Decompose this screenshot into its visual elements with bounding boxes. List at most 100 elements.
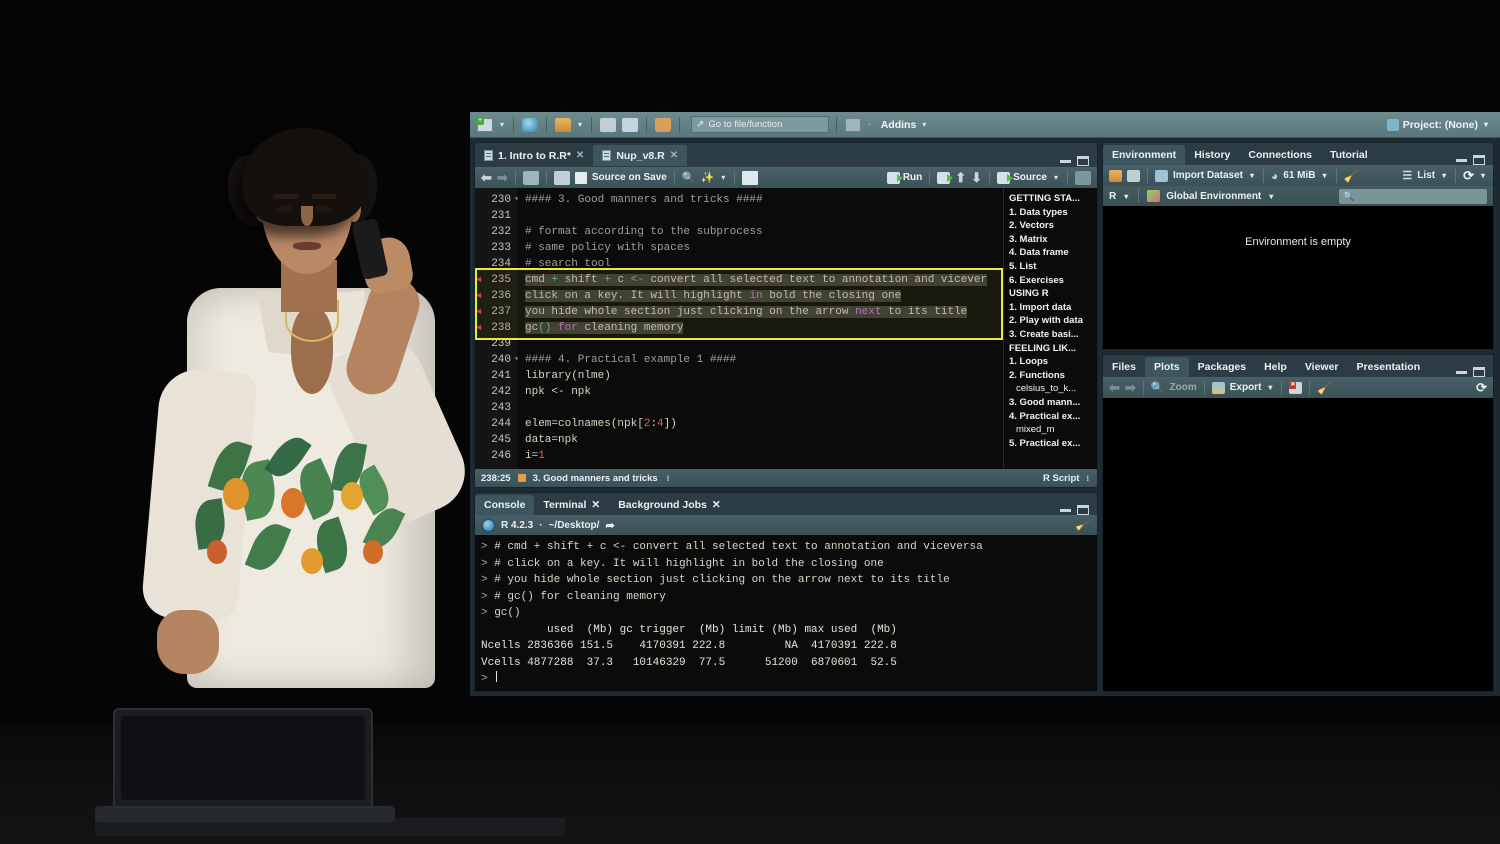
- outline-item[interactable]: 2. Functions: [1009, 369, 1095, 383]
- tab-viewer[interactable]: Viewer: [1296, 357, 1348, 377]
- breakpoint-marker[interactable]: ◄: [476, 304, 481, 320]
- export-caret[interactable]: ▾: [1266, 383, 1274, 392]
- code-line[interactable]: you hide whole section just clicking on …: [517, 304, 1003, 320]
- code-line[interactable]: data=npk: [517, 432, 1003, 448]
- outline-item[interactable]: 1. Data types: [1009, 206, 1095, 220]
- outline-item[interactable]: 4. Practical ex...: [1009, 410, 1095, 424]
- source-on-save-checkbox[interactable]: [574, 171, 587, 184]
- save-icon[interactable]: [1127, 169, 1140, 182]
- source-tab-nup[interactable]: Nup_v8.R ✕: [593, 145, 688, 166]
- minimize-icon[interactable]: [1060, 159, 1071, 163]
- import-dataset-icon[interactable]: [1155, 169, 1168, 182]
- outline-item[interactable]: 3. Good mann...: [1009, 396, 1095, 410]
- file-type-label[interactable]: R Script: [1043, 473, 1079, 484]
- export-image-icon[interactable]: [1211, 381, 1225, 394]
- print-icon[interactable]: [654, 116, 672, 134]
- code-line[interactable]: # same policy with spaces: [517, 240, 1003, 256]
- refresh-caret[interactable]: ▾: [1479, 171, 1487, 180]
- back-arrow-icon[interactable]: ⬅: [1109, 380, 1120, 396]
- code-line[interactable]: gc() for cleaning memory: [517, 320, 1003, 336]
- outline-item[interactable]: 2. Vectors: [1009, 219, 1095, 233]
- document-outline-panel[interactable]: GETTING STA... 1. Data types 2. Vectors 3. …: [1003, 188, 1097, 469]
- import-dataset-caret[interactable]: ▾: [1248, 171, 1256, 180]
- outline-item[interactable]: 6. Exercises: [1009, 274, 1095, 288]
- source-tab-intro[interactable]: 1. Intro to R.R* ✕: [475, 145, 593, 166]
- environment-caret[interactable]: ▾: [1267, 192, 1275, 201]
- close-icon[interactable]: ✕: [576, 150, 584, 161]
- addins-icon-caret[interactable]: ·: [866, 120, 873, 129]
- console-input-line[interactable]: >: [481, 671, 1091, 688]
- source-button[interactable]: Source: [997, 171, 1047, 184]
- code-line[interactable]: #### 4. Practical example 1 ####: [517, 352, 1003, 368]
- rerun-icon[interactable]: [937, 171, 954, 184]
- outline-item[interactable]: USING R: [1009, 287, 1095, 301]
- refresh-icon[interactable]: ⟳: [1476, 380, 1487, 396]
- code-line[interactable]: # format according to the subprocess: [517, 224, 1003, 240]
- memory-dropdown-caret[interactable]: ▾: [1321, 171, 1329, 180]
- memory-usage-label[interactable]: 61 MiB: [1283, 170, 1315, 181]
- breakpoint-marker[interactable]: ◄: [476, 320, 481, 336]
- save-icon[interactable]: [599, 116, 617, 134]
- tab-tutorial[interactable]: Tutorial: [1321, 145, 1377, 165]
- language-caret[interactable]: ▾: [1122, 192, 1130, 201]
- code-tools-caret[interactable]: ▾: [719, 173, 727, 182]
- new-file-icon[interactable]: +: [476, 116, 494, 134]
- remove-plot-icon[interactable]: ✕: [1289, 381, 1303, 394]
- code-line[interactable]: i=1: [517, 448, 1003, 464]
- maximize-icon[interactable]: [1077, 156, 1089, 166]
- close-icon[interactable]: ✕: [670, 150, 678, 161]
- current-section-label[interactable]: 3. Good manners and tricks: [533, 473, 658, 484]
- outline-item[interactable]: 1. Import data: [1009, 301, 1095, 315]
- addins-button[interactable]: Addins: [881, 119, 917, 131]
- code-line[interactable]: cmd + shift + c <- convert all selected …: [517, 272, 1003, 288]
- close-icon[interactable]: ✕: [591, 499, 600, 511]
- breakpoint-marker[interactable]: ◄: [476, 288, 481, 304]
- forward-arrow-icon[interactable]: ➡: [497, 170, 508, 186]
- code-line[interactable]: elem=colnames(npk[2:4]): [517, 416, 1003, 432]
- open-file-icon[interactable]: [554, 116, 572, 134]
- outline-item[interactable]: 3. Create basi...: [1009, 328, 1095, 342]
- save-all-icon[interactable]: [621, 116, 639, 134]
- code-line[interactable]: [517, 208, 1003, 224]
- outline-item[interactable]: celsius_to_k...: [1009, 382, 1095, 396]
- magnifier-icon[interactable]: 🔍: [1151, 381, 1165, 394]
- minimize-icon[interactable]: [1060, 508, 1071, 512]
- code-line[interactable]: click on a key. It will highlight in bol…: [517, 288, 1003, 304]
- view-mode-caret[interactable]: ▾: [1440, 171, 1448, 180]
- maximize-icon[interactable]: [1473, 367, 1485, 377]
- compile-report-icon[interactable]: [742, 170, 759, 185]
- outline-item[interactable]: 4. Data frame: [1009, 246, 1095, 260]
- tab-background-jobs[interactable]: Background Jobs ✕: [609, 495, 730, 515]
- broom-icon[interactable]: 🧹: [1317, 381, 1332, 395]
- broom-icon[interactable]: 🧹: [1075, 517, 1091, 533]
- code-line[interactable]: library(nlme): [517, 368, 1003, 384]
- tab-connections[interactable]: Connections: [1239, 145, 1321, 165]
- addins-dropdown-caret[interactable]: ▾: [920, 120, 928, 129]
- addins-icon[interactable]: [844, 116, 862, 134]
- back-arrow-icon[interactable]: ⬅: [481, 170, 492, 186]
- broom-icon[interactable]: 🧹: [1344, 169, 1359, 183]
- environment-search-input[interactable]: 🔍: [1339, 188, 1487, 204]
- show-in-new-window-icon[interactable]: [522, 170, 539, 185]
- tab-terminal[interactable]: Terminal ✕: [534, 495, 609, 515]
- global-environment-selector[interactable]: Global Environment: [1166, 191, 1261, 202]
- code-line[interactable]: [517, 400, 1003, 416]
- console-output[interactable]: > # cmd + shift + c <- convert all selec…: [475, 535, 1097, 691]
- outline-item[interactable]: 2. Play with data: [1009, 314, 1095, 328]
- minimize-icon[interactable]: [1456, 370, 1467, 374]
- tab-plots[interactable]: Plots: [1144, 357, 1189, 377]
- file-type-dropdown-caret[interactable]: ⁝: [1084, 474, 1091, 483]
- outline-item[interactable]: 3. Matrix: [1009, 233, 1095, 247]
- outline-item[interactable]: 5. List: [1009, 260, 1095, 274]
- breakpoint-marker[interactable]: ◄: [476, 272, 481, 288]
- project-dropdown-caret[interactable]: ▾: [1482, 120, 1490, 129]
- export-button[interactable]: Export: [1230, 382, 1262, 393]
- maximize-icon[interactable]: [1077, 505, 1089, 515]
- open-folder-icon[interactable]: [1109, 169, 1122, 182]
- code-line[interactable]: [517, 336, 1003, 352]
- outline-item[interactable]: FEELING LIK...: [1009, 342, 1095, 356]
- tab-packages[interactable]: Packages: [1189, 357, 1255, 377]
- language-selector[interactable]: R: [1109, 191, 1116, 202]
- magnifier-icon[interactable]: 🔍: [682, 171, 696, 184]
- view-mode-button[interactable]: List: [1417, 170, 1435, 181]
